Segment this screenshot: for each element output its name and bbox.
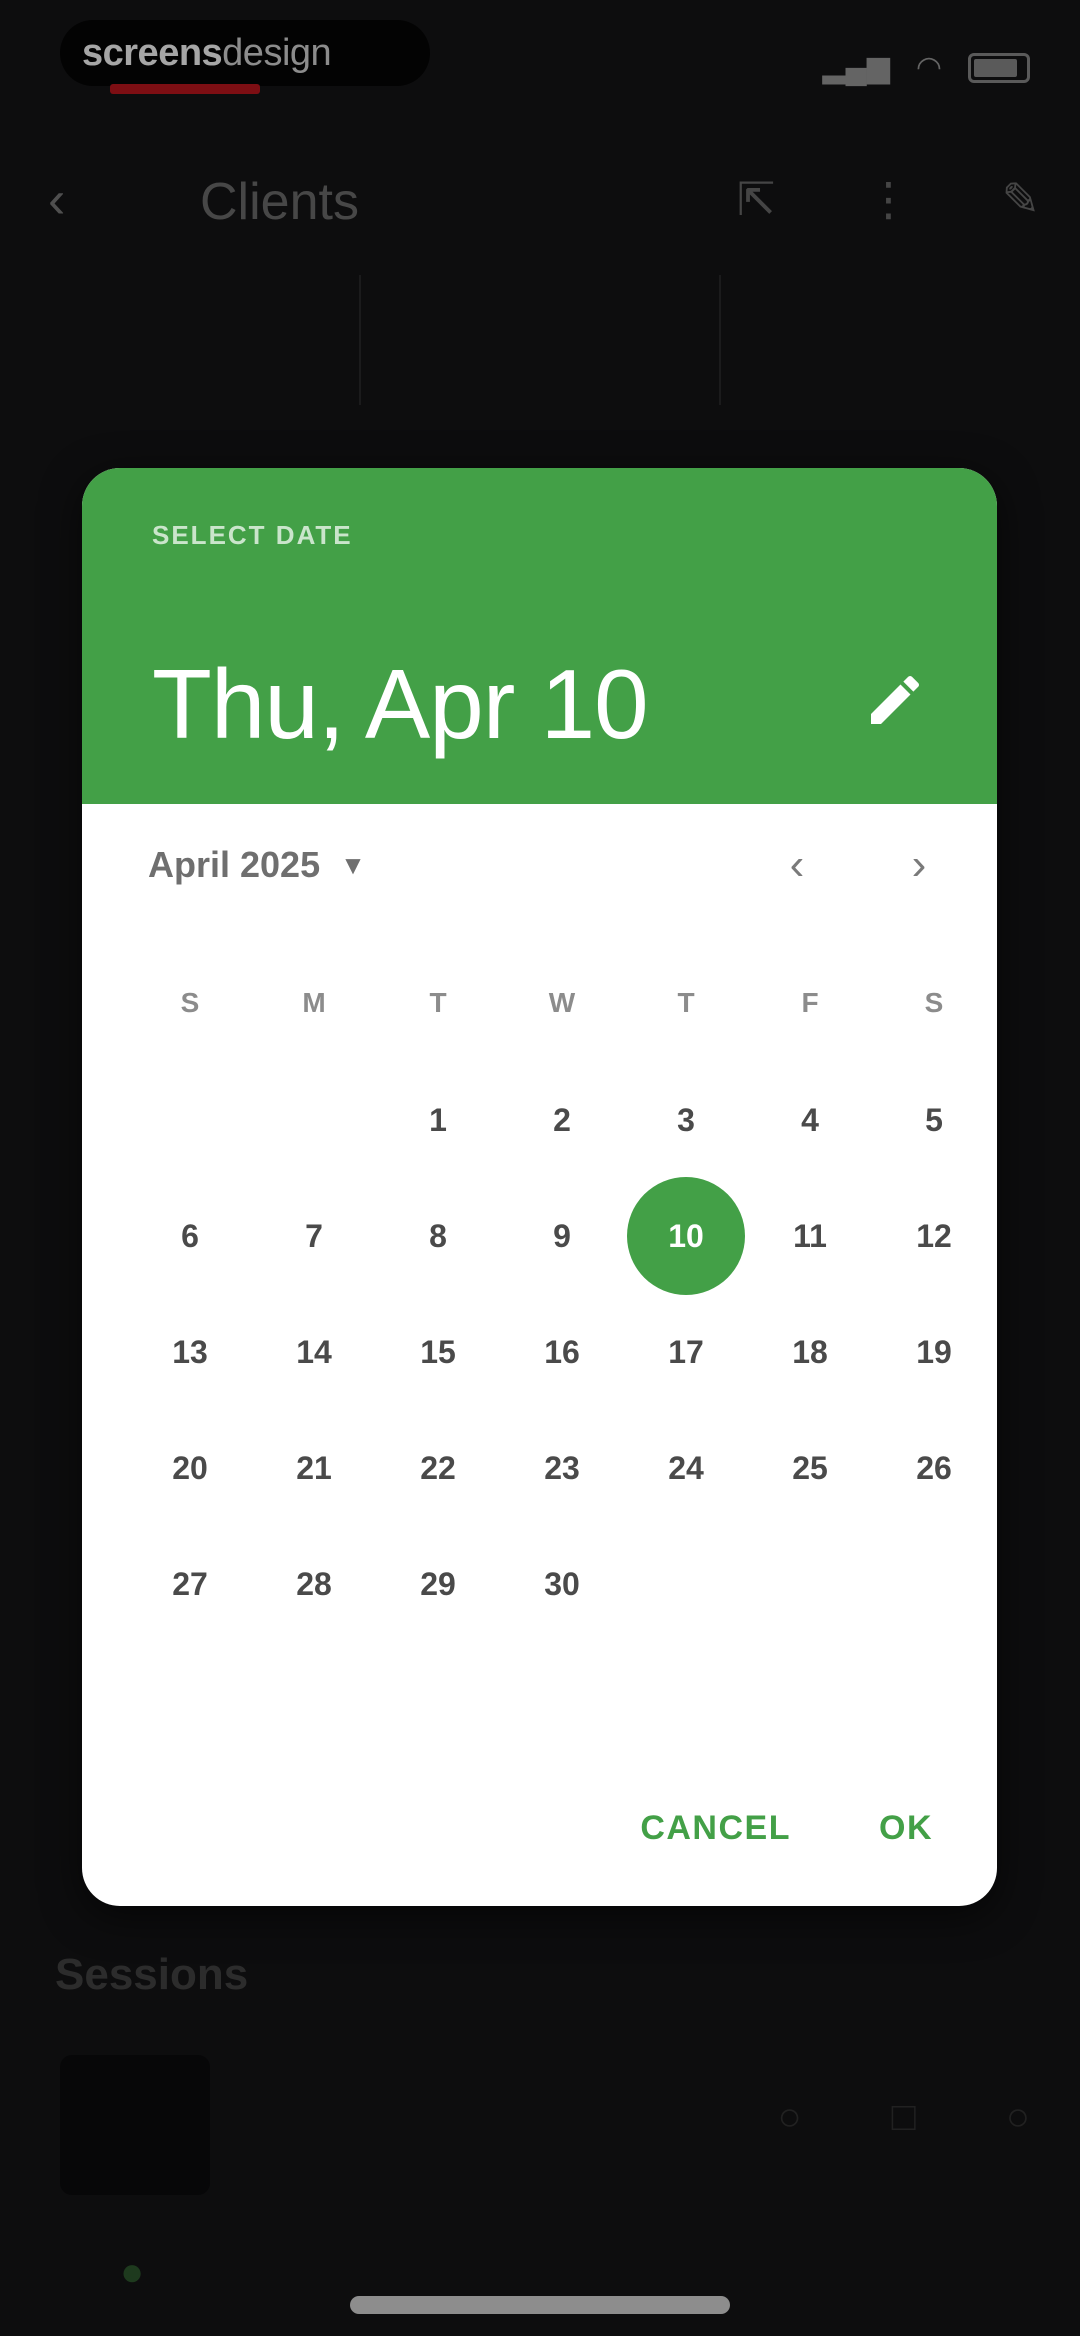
weekday-label: T (677, 987, 695, 1018)
calendar-day[interactable]: 14 (252, 1294, 376, 1410)
calendar-day-number: 30 (544, 1566, 580, 1602)
calendar-day-number: 18 (792, 1334, 828, 1370)
weekday-label: M (302, 987, 326, 1018)
calendar-day[interactable]: 9 (500, 1178, 624, 1294)
calendar-day-number: 25 (792, 1450, 828, 1486)
calendar-empty-cell (872, 1526, 996, 1642)
calendar-day-number: 13 (172, 1334, 208, 1370)
calendar-day-number: 21 (296, 1450, 332, 1486)
calendar-day[interactable]: 17 (624, 1294, 748, 1410)
date-picker-dialog: SELECT DATE Thu, Apr 10 April 2025 ▼ ‹ ›… (82, 468, 997, 1906)
calendar-week-row: 27 28 29 30 (82, 1526, 997, 1642)
calendar-day[interactable]: 12 (872, 1178, 996, 1294)
cancel-button[interactable]: CANCEL (616, 1789, 815, 1868)
calendar-day[interactable]: 20 (128, 1410, 252, 1526)
weekday-header: SMTWTFS (82, 944, 997, 1062)
calendar-day[interactable]: 25 (748, 1410, 872, 1526)
dialog-overline: SELECT DATE (152, 520, 353, 550)
calendar-day-number: 27 (172, 1566, 208, 1602)
selected-date-display: Thu, Apr 10 (152, 649, 649, 759)
weekday-label: S (924, 987, 944, 1018)
calendar-day-number: 1 (429, 1102, 447, 1138)
calendar-day-number: 8 (429, 1218, 447, 1254)
calendar-day-number: 16 (544, 1334, 580, 1370)
calendar-day-number: 19 (916, 1334, 952, 1370)
calendar-day-number: 12 (916, 1218, 952, 1254)
calendar-day-number: 15 (420, 1334, 456, 1370)
calendar-empty-cell (748, 1526, 872, 1642)
month-row: April 2025 ▼ ‹ › (82, 804, 997, 944)
dialog-actions: CANCEL OK (616, 1789, 957, 1868)
pencil-icon (871, 675, 920, 724)
calendar-day-number: 6 (181, 1218, 199, 1254)
next-month-button[interactable]: › (889, 840, 949, 890)
edit-date-button[interactable] (863, 668, 927, 732)
calendar-day-number: 22 (420, 1450, 456, 1486)
calendar-day[interactable]: 2 (500, 1062, 624, 1178)
calendar-day-number: 11 (793, 1218, 827, 1254)
calendar-day[interactable]: 19 (872, 1294, 996, 1410)
calendar-week-row: 6 7 8 9 10 11 12 (82, 1177, 997, 1295)
calendar-day-number: 28 (296, 1566, 332, 1602)
previous-month-button[interactable]: ‹ (767, 840, 827, 890)
calendar-day-number: 3 (677, 1102, 695, 1138)
calendar-day-number: 26 (916, 1450, 952, 1486)
calendar-day[interactable]: 5 (872, 1062, 996, 1178)
calendar-day[interactable]: 23 (500, 1410, 624, 1526)
calendar-day-number: 17 (668, 1334, 704, 1370)
calendar-day[interactable]: 26 (872, 1410, 996, 1526)
dropdown-arrow-icon: ▼ (340, 849, 366, 880)
calendar-day[interactable]: 4 (748, 1062, 872, 1178)
month-year-selector[interactable]: April 2025 ▼ (148, 844, 366, 886)
app-screen: screensdesign ▂▄▆ ◠ ‹ Clients ⇱ ⋮ ✎ Sess… (0, 0, 1080, 2336)
calendar-day[interactable]: 30 (500, 1526, 624, 1642)
calendar-week-row: 1 2 3 4 5 (82, 1062, 997, 1178)
calendar-day-number: 10 (668, 1218, 704, 1254)
calendar-day-number: 14 (296, 1334, 332, 1370)
weekday-label: T (429, 987, 447, 1018)
calendar-day-number: 9 (553, 1218, 571, 1254)
calendar-day-number: 23 (544, 1450, 580, 1486)
calendar-empty-cell (252, 1062, 376, 1178)
calendar-week-row: 20 21 22 23 24 25 26 (82, 1410, 997, 1526)
ok-button[interactable]: OK (855, 1789, 957, 1868)
weekday-label: W (548, 987, 576, 1018)
calendar-day[interactable]: 18 (748, 1294, 872, 1410)
calendar-grid: 1 2 3 4 5 6 7 8 9 10 11 12 13 14 15 16 17 18 19 20 21 22 23 24 2… (82, 1062, 997, 1642)
calendar-day[interactable]: 21 (252, 1410, 376, 1526)
calendar-day-number: 7 (305, 1218, 323, 1254)
calendar-day[interactable]: 29 (376, 1526, 500, 1642)
calendar-day[interactable]: 27 (128, 1526, 252, 1642)
calendar-day[interactable]: 1 (376, 1062, 500, 1178)
calendar-day-number: 2 (553, 1102, 571, 1138)
calendar-day[interactable]: 15 (376, 1294, 500, 1410)
weekday-label: S (180, 987, 200, 1018)
calendar-day[interactable]: 22 (376, 1410, 500, 1526)
calendar-day-number: 5 (925, 1102, 943, 1138)
weekday-label: F (801, 987, 819, 1018)
calendar-week-row: 13 14 15 16 17 18 19 (82, 1294, 997, 1410)
calendar-day-number: 4 (801, 1102, 819, 1138)
calendar-day[interactable]: 16 (500, 1294, 624, 1410)
dialog-header: SELECT DATE Thu, Apr 10 (82, 468, 997, 804)
calendar-day[interactable]: 28 (252, 1526, 376, 1642)
calendar-day[interactable]: 13 (128, 1294, 252, 1410)
calendar-day[interactable]: 6 (128, 1178, 252, 1294)
calendar-day-number: 24 (668, 1450, 704, 1486)
calendar-empty-cell (624, 1526, 748, 1642)
calendar-day[interactable]: 3 (624, 1062, 748, 1178)
calendar-day-selected[interactable]: 10 (624, 1177, 748, 1295)
calendar-day[interactable]: 11 (748, 1178, 872, 1294)
calendar-day[interactable]: 8 (376, 1178, 500, 1294)
calendar-day[interactable]: 24 (624, 1410, 748, 1526)
calendar-day-number: 29 (420, 1566, 456, 1602)
calendar-day-number: 20 (172, 1450, 208, 1486)
month-label: April 2025 (148, 844, 321, 885)
calendar-day[interactable]: 7 (252, 1178, 376, 1294)
calendar-empty-cell (128, 1062, 252, 1178)
